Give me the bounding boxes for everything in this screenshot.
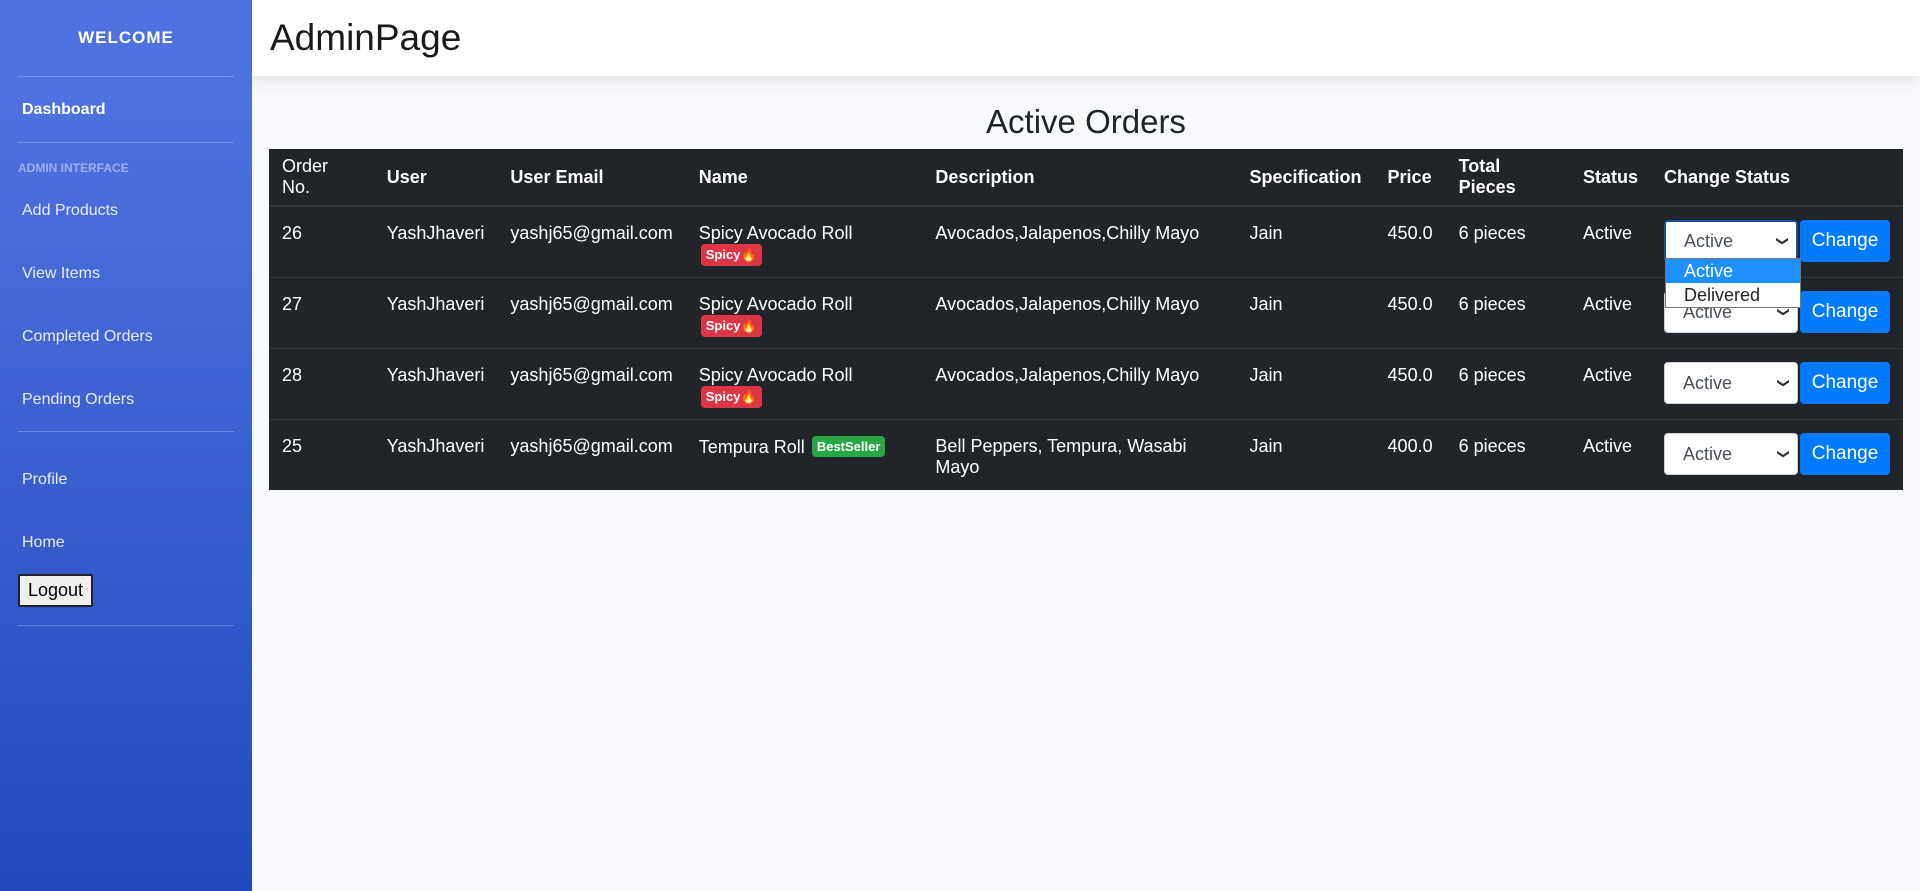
status: Active <box>1582 436 1632 456</box>
spicy-badge: Spicy🔥 <box>700 315 762 337</box>
main-content: Active Orders Order No. User User Email … <box>252 76 1920 891</box>
column-header: Total Pieces <box>1445 149 1570 207</box>
specification: Jain <box>1249 365 1283 385</box>
status: Active <box>1582 294 1632 314</box>
product-name: Tempura Roll <box>698 437 805 457</box>
specification: Jain <box>1249 436 1283 456</box>
table-row: 25 YashJhaveri yashj65@gmail.com Tempura… <box>269 419 1903 490</box>
total-pieces: 6 pieces <box>1458 294 1526 314</box>
column-header: Name <box>685 149 923 207</box>
price: 450.0 <box>1387 223 1433 243</box>
user-email: yashj65@gmail.com <box>510 294 673 314</box>
sidebar-item-view-items[interactable]: View Items <box>0 242 252 305</box>
section-title: Active Orders <box>986 103 1186 140</box>
chevron-down-icon: ❯ <box>1776 377 1791 389</box>
user-email: yashj65@gmail.com <box>510 436 673 456</box>
sidebar-divider <box>18 625 234 626</box>
status-dropdown-list: Active Delivered <box>1665 258 1801 308</box>
total-pieces: 6 pieces <box>1458 436 1526 456</box>
order-no: 27 <box>282 294 303 314</box>
column-header: Change Status <box>1651 149 1903 207</box>
dropdown-option-delivered[interactable]: Delivered <box>1666 283 1800 307</box>
change-button[interactable]: Change <box>1800 220 1890 262</box>
price: 400.0 <box>1387 436 1433 456</box>
table-row: 26 YashJhaveri yashj65@gmail.com Spicy A… <box>269 205 1903 278</box>
status-select-value: Active <box>1684 230 1734 251</box>
specification: Jain <box>1249 223 1283 243</box>
price: 450.0 <box>1387 294 1433 314</box>
orders-table: Order No. User User Email Name Descripti… <box>269 149 1903 490</box>
user: YashJhaveri <box>386 223 485 243</box>
status-select[interactable]: Active ❯ <box>1664 362 1798 404</box>
sidebar-item-add-products[interactable]: Add Products <box>0 179 252 242</box>
column-header: Description <box>922 149 1237 207</box>
status: Active <box>1582 365 1632 385</box>
sidebar-item-profile[interactable]: Profile <box>0 448 252 511</box>
table-header-row: Order No. User User Email Name Descripti… <box>269 149 1903 207</box>
sidebar-brand[interactable]: WELCOME <box>0 0 252 76</box>
chevron-down-icon: ❯ <box>1775 235 1790 247</box>
user: YashJhaveri <box>386 365 485 385</box>
spicy-badge: Spicy🔥 <box>700 386 762 408</box>
spicy-badge: Spicy🔥 <box>700 244 762 266</box>
description: Bell Peppers, Tempura, Wasabi Mayo <box>935 436 1187 477</box>
description: Avocados,Jalapenos,Chilly Mayo <box>935 365 1200 385</box>
sidebar-item-pending-orders[interactable]: Pending Orders <box>0 368 252 431</box>
user: YashJhaveri <box>386 436 485 456</box>
bestseller-badge: BestSeller <box>811 436 886 457</box>
table-row: 28 YashJhaveri yashj65@gmail.com Spicy A… <box>269 348 1903 420</box>
user-email: yashj65@gmail.com <box>510 365 673 385</box>
sidebar: WELCOME Dashboard Admin Interface Add Pr… <box>0 0 252 891</box>
sidebar-item-home[interactable]: Home <box>0 511 252 574</box>
column-header: User Email <box>497 149 686 207</box>
change-button[interactable]: Change <box>1800 433 1890 475</box>
column-header: Status <box>1569 149 1651 207</box>
total-pieces: 6 pieces <box>1458 223 1526 243</box>
total-pieces: 6 pieces <box>1458 365 1526 385</box>
specification: Jain <box>1249 294 1283 314</box>
user-email: yashj65@gmail.com <box>510 223 673 243</box>
column-header: Price <box>1374 149 1446 207</box>
sidebar-item-dashboard[interactable]: Dashboard <box>0 77 252 142</box>
table-row: 27 YashJhaveri yashj65@gmail.com Spicy A… <box>269 277 1903 349</box>
product-name: Spicy Avocado Roll <box>698 223 853 243</box>
dropdown-option-active[interactable]: Active <box>1666 259 1800 283</box>
chevron-down-icon: ❯ <box>1776 306 1791 318</box>
sidebar-item-completed-orders[interactable]: Completed Orders <box>0 305 252 368</box>
user: YashJhaveri <box>386 294 485 314</box>
description: Avocados,Jalapenos,Chilly Mayo <box>935 294 1200 314</box>
column-header: User <box>373 149 498 207</box>
column-header: Specification <box>1236 149 1375 207</box>
order-no: 28 <box>282 365 303 385</box>
page-title: AdminPage <box>270 17 462 58</box>
status-select-value: Active <box>1683 372 1733 393</box>
status: Active <box>1582 223 1632 243</box>
description: Avocados,Jalapenos,Chilly Mayo <box>935 223 1200 243</box>
logout-button[interactable]: Logout <box>18 574 94 607</box>
chevron-down-icon: ❯ <box>1776 448 1791 460</box>
order-no: 26 <box>282 223 303 243</box>
change-button[interactable]: Change <box>1800 362 1890 404</box>
price: 450.0 <box>1387 365 1433 385</box>
topbar: AdminPage <box>252 0 1920 76</box>
product-name: Spicy Avocado Roll <box>698 294 853 314</box>
product-name: Spicy Avocado Roll <box>698 365 853 385</box>
change-button[interactable]: Change <box>1800 291 1890 333</box>
status-select[interactable]: Active ❯ <box>1664 220 1798 262</box>
sidebar-heading: Admin Interface <box>18 161 129 175</box>
order-no: 25 <box>282 436 303 456</box>
orders-table-container: Order No. User User Email Name Descripti… <box>269 149 1903 490</box>
column-header: Order No. <box>269 149 374 207</box>
status-select-value: Active <box>1683 443 1733 464</box>
status-select[interactable]: Active ❯ <box>1664 433 1798 475</box>
